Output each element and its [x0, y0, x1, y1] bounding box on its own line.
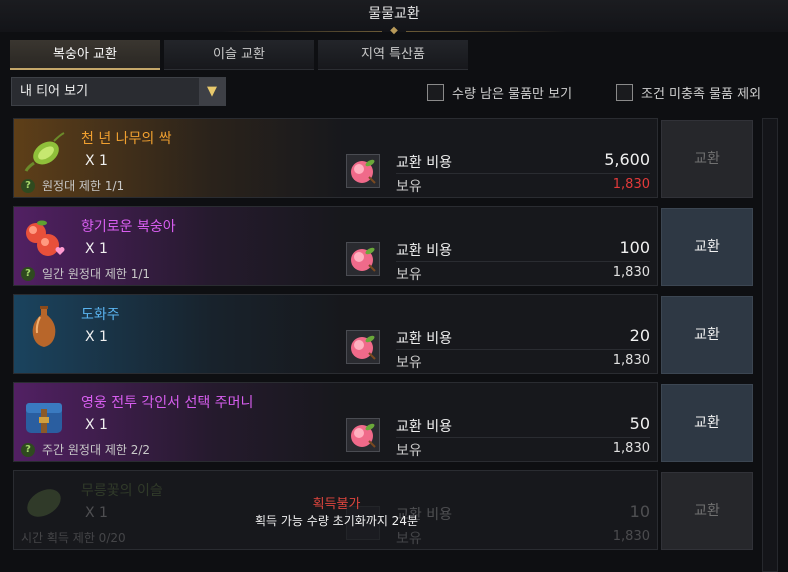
peach-coin-icon [346, 242, 380, 276]
question-icon[interactable]: ? [21, 178, 35, 193]
exclude-unmet-checkbox-box[interactable] [616, 83, 633, 101]
item-limit-text: 주간 원정대 제한 2/2 [42, 443, 151, 457]
window-title: 물물교환 [368, 6, 420, 22]
vase-icon[interactable] [20, 303, 68, 351]
tab-peach-exchange[interactable]: 복숭아 교환 [10, 40, 160, 70]
exchange-row: 무릉꽃의 이슬 X 1 시간 획득 제한 0/20 교환 비용 10 보유 1,… [11, 470, 755, 550]
question-icon[interactable]: ? [21, 442, 35, 457]
cost-box: 교환 비용 100 보유 1,830 [344, 231, 656, 283]
item-quantity: X 1 [85, 241, 108, 257]
exclude-unmet-label: 조건 미충족 물품 제외 [641, 86, 762, 102]
peach-coin-icon [346, 418, 380, 452]
chevron-down-icon[interactable]: ▼ [199, 78, 225, 105]
tier-dropdown[interactable]: 내 티어 보기 ▼ [11, 77, 226, 106]
unavailable-overlay: 획득불가 획득 가능 수량 초기화까지 24분 [14, 471, 659, 549]
exclude-unmet-checkbox[interactable]: 조건 미충족 물품 제외 [616, 82, 761, 102]
item-name: 영웅 전투 각인서 선택 주머니 [81, 395, 254, 411]
unavailable-title: 획득불가 [312, 497, 361, 512]
owned-label: 보유 [396, 179, 422, 195]
item-panel: 도화주 X 1 교환 비용 20 보유 1,830 [13, 294, 658, 374]
item-panel: 영웅 전투 각인서 선택 주머니 X 1 ? 주간 원정대 제한 2/2 교환 … [13, 382, 658, 462]
item-panel: 천 년 나무의 싹 X 1 ? 원정대 제한 1/1 교환 비용 5,600 보… [13, 118, 658, 198]
cost-label: 교환 비용 [396, 243, 452, 259]
tab-dew-exchange[interactable]: 이슬 교환 [164, 40, 314, 70]
divider [396, 261, 650, 262]
cost-value: 5,600 [604, 150, 650, 169]
question-icon[interactable]: ? [21, 266, 35, 281]
tab-bar: 복숭아 교환 이슬 교환 지역 특산품 [10, 40, 472, 70]
item-limit-text: 원정대 제한 1/1 [42, 179, 125, 193]
cost-box: 교환 비용 20 보유 1,830 [344, 319, 656, 371]
remaining-only-checkbox-box[interactable] [427, 83, 444, 101]
cost-label: 교환 비용 [396, 155, 452, 171]
item-limit-text: 일간 원정대 제한 1/1 [42, 267, 151, 281]
cost-value: 50 [629, 414, 650, 433]
peach-coin-icon [346, 330, 380, 364]
item-quantity: X 1 [85, 329, 108, 345]
owned-label: 보유 [396, 355, 422, 371]
divider [396, 173, 650, 174]
exchange-button[interactable]: 교환 [661, 296, 753, 374]
exchange-row: 향기로운 복숭아 X 1 ? 일간 원정대 제한 1/1 교환 비용 100 보… [11, 206, 755, 286]
cost-value: 100 [619, 238, 650, 257]
pouch-icon[interactable] [20, 391, 68, 439]
owned-label: 보유 [396, 267, 422, 283]
item-quantity: X 1 [85, 153, 108, 169]
peach-icon[interactable] [20, 215, 68, 263]
exchange-row: 도화주 X 1 교환 비용 20 보유 1,830 교환 [11, 294, 755, 374]
unavailable-reset-note: 획득 가능 수량 초기화까지 24분 [254, 514, 418, 528]
peach-coin-icon [346, 154, 380, 188]
cost-label: 교환 비용 [396, 331, 452, 347]
exchange-button[interactable]: 교환 [661, 472, 753, 550]
item-panel: 향기로운 복숭아 X 1 ? 일간 원정대 제한 1/1 교환 비용 100 보… [13, 206, 658, 286]
owned-value: 1,830 [612, 177, 650, 192]
owned-label: 보유 [396, 443, 422, 459]
exchange-button[interactable]: 교환 [661, 384, 753, 462]
item-limit: ? 일간 원정대 제한 1/1 [21, 265, 150, 282]
item-limit: ? 원정대 제한 1/1 [21, 177, 124, 194]
item-name: 도화주 [81, 307, 120, 323]
item-panel: 무릉꽃의 이슬 X 1 시간 획득 제한 0/20 교환 비용 10 보유 1,… [13, 470, 658, 550]
item-name: 향기로운 복숭아 [81, 219, 176, 235]
cost-label: 교환 비용 [396, 419, 452, 435]
item-limit: ? 주간 원정대 제한 2/2 [21, 441, 150, 458]
owned-value: 1,830 [612, 265, 650, 280]
remaining-only-checkbox[interactable]: 수량 남은 물품만 보기 [427, 82, 572, 102]
divider [396, 349, 650, 350]
exchange-button[interactable]: 교환 [661, 120, 753, 198]
list-scrollbar[interactable] [762, 118, 778, 572]
exchange-row: 영웅 전투 각인서 선택 주머니 X 1 ? 주간 원정대 제한 2/2 교환 … [11, 382, 755, 462]
exchange-button[interactable]: 교환 [661, 208, 753, 286]
cost-box: 교환 비용 50 보유 1,830 [344, 407, 656, 459]
tier-dropdown-value: 내 티어 보기 [20, 84, 89, 99]
owned-value: 1,830 [612, 353, 650, 368]
exchange-row: 천 년 나무의 싹 X 1 ? 원정대 제한 1/1 교환 비용 5,600 보… [11, 118, 755, 198]
divider [396, 437, 650, 438]
seed-sprout-icon[interactable] [20, 127, 68, 175]
owned-value: 1,830 [612, 441, 650, 456]
item-name: 천 년 나무의 싹 [81, 131, 172, 147]
remaining-only-label: 수량 남은 물품만 보기 [452, 86, 573, 102]
cost-box: 교환 비용 5,600 보유 1,830 [344, 143, 656, 195]
tab-regional-specialty[interactable]: 지역 특산품 [318, 40, 468, 70]
title-ornament-icon: ◆ [222, 26, 566, 36]
item-quantity: X 1 [85, 417, 108, 433]
cost-value: 20 [629, 326, 650, 345]
